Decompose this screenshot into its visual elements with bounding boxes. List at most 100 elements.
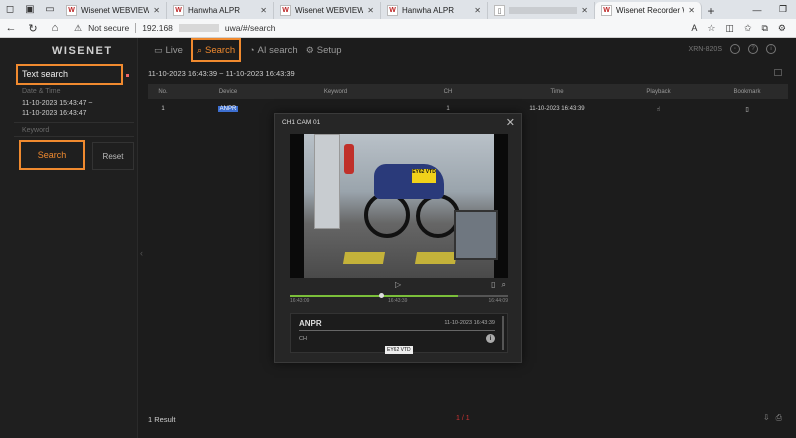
main-nav: ▭ Live ⌕ Search ◔ AI search ⚙ Setup (150, 38, 346, 62)
document-favicon-icon: ▯ (494, 5, 505, 16)
nav-setup[interactable]: ⚙ Setup (302, 38, 346, 62)
export-list-icon[interactable]: ⇩ (763, 413, 770, 423)
extension-icon[interactable]: ⚙ (778, 23, 786, 34)
back-icon[interactable]: ← (0, 22, 22, 34)
nav-label: AI search (257, 44, 298, 56)
play-icon[interactable]: ▷ (395, 280, 401, 289)
tab-label: Wisenet WEBVIEWER (295, 6, 364, 15)
sidebar-toggle-icon[interactable]: ‹ (140, 248, 143, 258)
video-controls: ▷ ▯ ⌕ (290, 280, 508, 292)
restore-icon[interactable]: ❐ (770, 4, 796, 15)
workspaces-icon[interactable]: ▣ (20, 0, 40, 19)
read-aloud-icon[interactable]: A (691, 23, 697, 34)
search-button[interactable]: Search (19, 140, 85, 170)
nav-search[interactable]: ⌕ Search (190, 38, 242, 62)
close-tab-icon[interactable]: ✕ (367, 6, 374, 15)
result-range: 11-10-2023 16:43:39 ~ 11-10-2023 16:43:3… (148, 69, 295, 78)
timeline-progress (290, 295, 458, 297)
print-icon[interactable]: ⎙ (776, 413, 782, 423)
time-end: 16:44:09 (488, 298, 508, 304)
column-header: Keyword (323, 88, 348, 95)
home-icon[interactable]: ⌂ (44, 22, 66, 34)
browser-tab[interactable]: W Wisenet WEBVIEWER ✕ (60, 2, 167, 19)
divider (299, 330, 495, 331)
header-tools: XRN-820S ◦ ? i (689, 44, 776, 54)
column-header: Device (218, 88, 238, 95)
tab-actions-icon[interactable]: ▭ (40, 0, 60, 19)
playback-modal: CH1 CAM 01 ✕ EY62 VTD ▷ ▯ ⌕ 16:43:09 16:… (274, 113, 522, 363)
info-icon[interactable]: i (486, 334, 495, 343)
zoom-icon[interactable]: ⌕ (502, 280, 506, 290)
browser-tab[interactable]: W Hanwha ALPR ✕ (167, 2, 274, 19)
bookmark-icon[interactable]: ▯ (706, 106, 788, 113)
wisenet-favicon-icon: W (280, 5, 291, 16)
info-title: ANPR (299, 319, 322, 328)
wisenet-app: WISENET Text search Date & Time 11-10-20… (0, 38, 796, 438)
text-search-panel-title[interactable]: Text search (16, 64, 123, 85)
close-tab-icon[interactable]: ✕ (153, 6, 160, 15)
scrollbar[interactable] (502, 316, 504, 350)
info-ch-label: CH (299, 336, 307, 342)
cell-device: ANPR (178, 106, 278, 112)
time-mid: 16:43:39 (388, 298, 408, 304)
close-tab-icon[interactable]: ✕ (581, 6, 588, 15)
browser-tab-active[interactable]: W Wisenet Recorder Webv ✕ (595, 2, 702, 19)
browser-tab[interactable]: ▯ ✕ (488, 2, 595, 19)
license-plate: EY62 VTD (412, 169, 436, 183)
date-time-value[interactable]: 11-10-2023 15:43:47 ~ 11-10-2023 16:43:4… (22, 99, 93, 119)
info-icon[interactable]: i (766, 44, 776, 54)
floor-mat-shape (342, 252, 386, 264)
collections-icon[interactable]: ⧉ (761, 23, 767, 34)
browser-tab-bar: ◻ ▣ ▭ W Wisenet WEBVIEWER ✕ W Hanwha ALP… (0, 0, 796, 19)
wisenet-logo: WISENET (52, 45, 113, 57)
url-prefix: 192.168 (142, 23, 173, 33)
info-time: 11-10-2023 16:43:39 (444, 320, 495, 326)
browser-tab[interactable]: W Hanwha ALPR ✕ (381, 2, 488, 19)
playback-icon[interactable]: ☝ (611, 106, 706, 113)
floor-mat-shape (414, 252, 458, 264)
reset-button[interactable]: Reset (92, 142, 134, 170)
security-label: Not secure (88, 23, 130, 33)
tab-label: Wisenet Recorder Webv (616, 6, 684, 15)
result-count: 1 Result (148, 415, 176, 424)
profile-icon[interactable]: ◻ (0, 0, 20, 19)
favorite-star-icon[interactable]: ☆ (707, 23, 715, 34)
picture-frame-shape (454, 210, 498, 260)
divider (14, 136, 134, 137)
pagination[interactable]: 1 / 1 (456, 415, 470, 422)
close-tab-icon[interactable]: ✕ (688, 6, 695, 15)
cell-no: 1 (161, 106, 165, 112)
nav-ai-search[interactable]: ◔ AI search (245, 38, 302, 62)
nav-live[interactable]: ▭ Live (150, 38, 187, 62)
timeline-handle[interactable] (379, 293, 384, 298)
warning-icon: ⚠ (74, 22, 83, 33)
url-input[interactable]: ⚠ Not secure 192.168 uwa/#/search (74, 21, 594, 36)
split-screen-icon[interactable]: ◫ (725, 23, 734, 34)
date-time-label: Date & Time (22, 88, 61, 95)
video-player[interactable]: EY62 VTD (290, 134, 508, 278)
column-header: No. (158, 88, 168, 95)
reload-icon[interactable]: ↻ (22, 22, 44, 35)
bookmark-icon[interactable]: ▯ (491, 280, 495, 290)
timeline-slider[interactable] (290, 293, 508, 298)
user-icon[interactable]: ◦ (730, 44, 740, 54)
tab-label: Wisenet WEBVIEWER (81, 6, 150, 15)
close-icon[interactable]: ✕ (506, 116, 515, 129)
minimize-icon[interactable]: — (744, 5, 770, 15)
url-suffix: uwa/#/search (224, 23, 276, 33)
tab-label-redacted (509, 7, 578, 14)
date-from: 11-10-2023 15:43:47 ~ (22, 100, 93, 107)
close-tab-icon[interactable]: ✕ (260, 6, 267, 15)
device-value: ANPR (217, 106, 239, 112)
close-tab-icon[interactable]: ✕ (474, 6, 481, 15)
keyword-field[interactable]: Keyword (22, 127, 49, 134)
help-icon[interactable]: ? (748, 44, 758, 54)
new-tab-button[interactable]: + (702, 2, 720, 19)
export-icon[interactable] (774, 69, 782, 76)
nav-label: Live (165, 44, 183, 56)
favorites-icon[interactable]: ✩ (744, 23, 752, 34)
results-table-header: No. Device Keyword CH Time Playback Book… (148, 84, 788, 99)
date-to: 11-10-2023 16:43:47 (22, 110, 87, 117)
url-redacted (178, 24, 219, 32)
browser-tab[interactable]: W Wisenet WEBVIEWER ✕ (274, 2, 381, 19)
